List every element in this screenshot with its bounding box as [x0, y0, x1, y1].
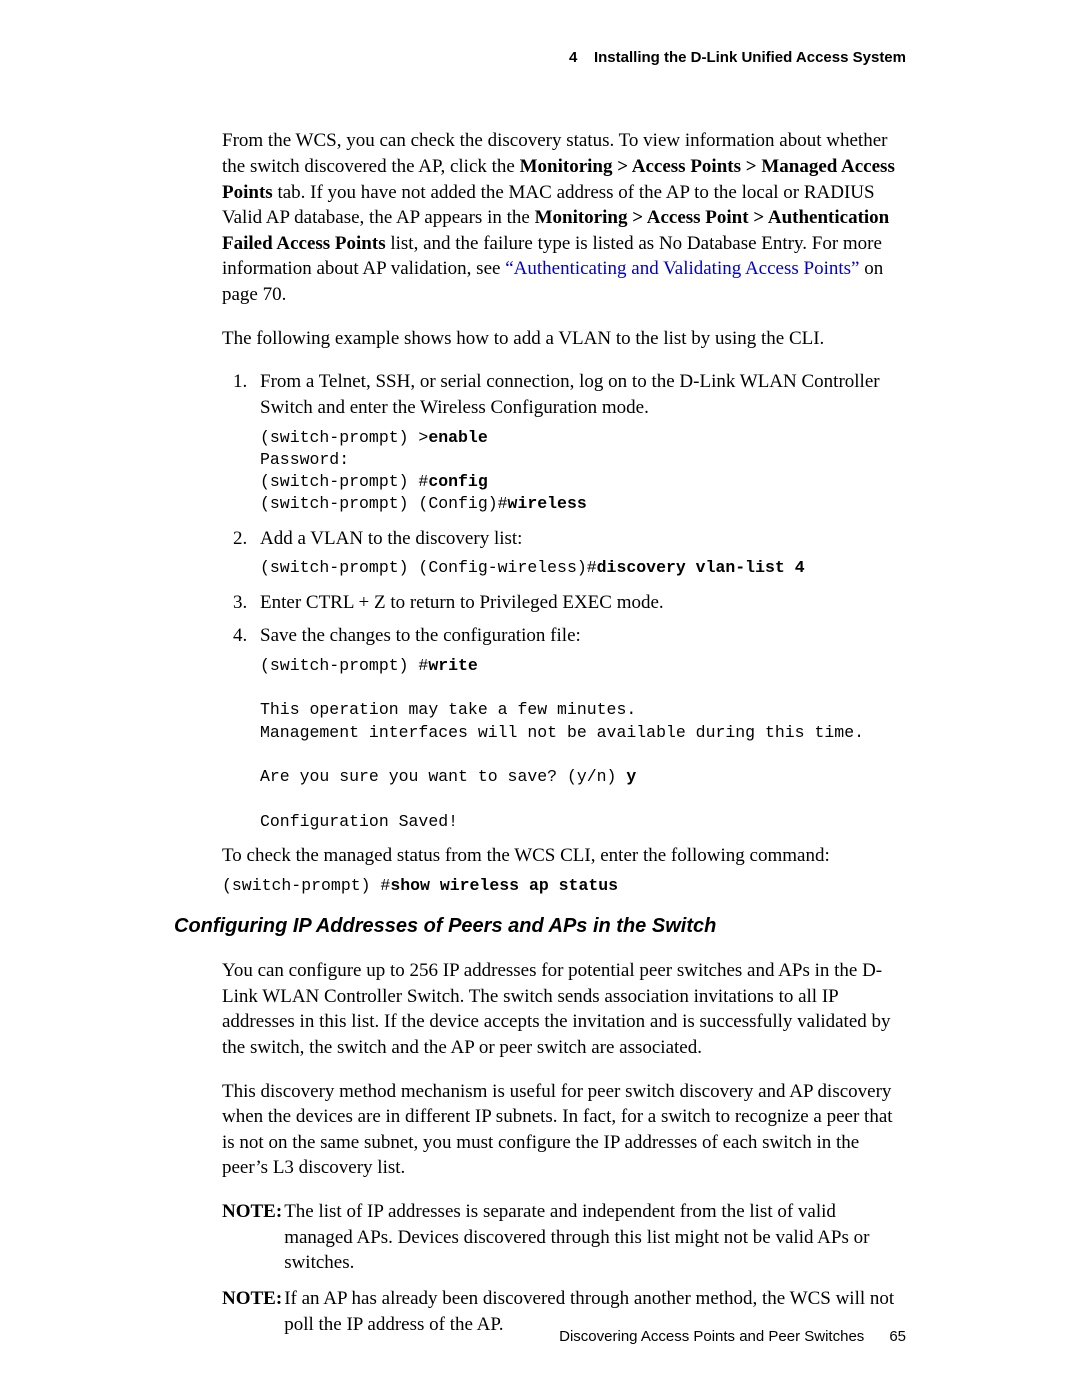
cross-reference-link[interactable]: “Authenticating and Validating Access Po…	[505, 258, 859, 279]
chapter-number: 4	[569, 49, 577, 66]
page-footer: Discovering Access Points and Peer Switc…	[559, 1327, 906, 1347]
after-steps-paragraph: To check the managed status from the WCS…	[222, 843, 906, 869]
footer-section: Discovering Access Points and Peer Switc…	[559, 1328, 864, 1345]
step-2: Add a VLAN to the discovery list: (switc…	[252, 526, 906, 580]
note-label: NOTE:	[222, 1286, 284, 1337]
step-1-code: (switch-prompt) >enable Password: (switc…	[260, 427, 906, 516]
intro-paragraph-1: From the WCS, you can check the discover…	[222, 128, 906, 307]
intro-paragraph-2: The following example shows how to add a…	[222, 326, 906, 352]
note-1: NOTE: The list of IP addresses is separa…	[222, 1199, 906, 1276]
body-content: From the WCS, you can check the discover…	[174, 128, 906, 1337]
page-header: 4 Installing the D-Link Unified Access S…	[174, 48, 906, 68]
section-paragraph-2: This discovery method mechanism is usefu…	[222, 1079, 906, 1182]
step-3: Enter CTRL + Z to return to Privileged E…	[252, 590, 906, 616]
note-label: NOTE:	[222, 1199, 284, 1276]
section-paragraph-1: You can configure up to 256 IP addresses…	[222, 958, 906, 1061]
footer-page-number: 65	[889, 1328, 906, 1345]
step-4: Save the changes to the configuration fi…	[252, 623, 906, 833]
note-1-text: The list of IP addresses is separate and…	[284, 1199, 906, 1276]
step-2-text: Add a VLAN to the discovery list:	[260, 528, 522, 549]
chapter-title: Installing the D-Link Unified Access Sys…	[594, 49, 906, 66]
step-4-code: (switch-prompt) #write This operation ma…	[260, 655, 906, 833]
step-2-code: (switch-prompt) (Config-wireless)#discov…	[260, 557, 906, 579]
steps-list: From a Telnet, SSH, or serial connection…	[222, 369, 906, 833]
step-3-text: Enter CTRL + Z to return to Privileged E…	[260, 592, 664, 613]
section-heading: Configuring IP Addresses of Peers and AP…	[174, 913, 906, 940]
step-4-text: Save the changes to the configuration fi…	[260, 625, 581, 646]
step-1-text: From a Telnet, SSH, or serial connection…	[260, 371, 880, 418]
after-steps-code: (switch-prompt) #show wireless ap status	[222, 875, 906, 897]
step-1: From a Telnet, SSH, or serial connection…	[252, 369, 906, 515]
